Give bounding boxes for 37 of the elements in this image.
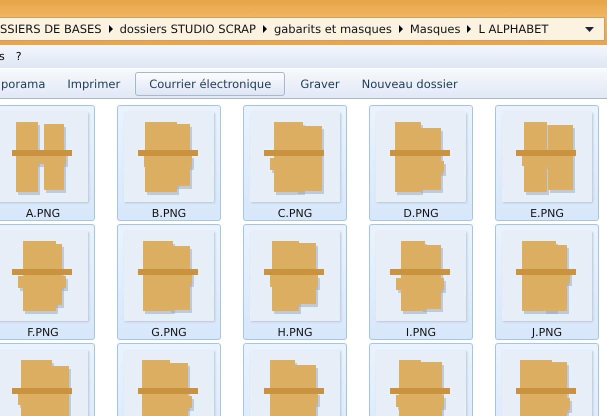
address-bar[interactable]: SSIERS DE BASES dossiers STUDIO SCRAP gabarits et masques Masques L ALPHABET <box>0 17 605 41</box>
file-name: A.PNG <box>26 207 60 220</box>
toolbar-button[interactable]: porama <box>0 72 52 96</box>
toolbar-button[interactable]: Imprimer <box>60 72 128 96</box>
chevron-icon[interactable] <box>398 25 404 33</box>
toolbar-button[interactable]: Nouveau dossier <box>354 72 465 96</box>
chevron-icon[interactable] <box>466 25 472 33</box>
chevron-icon[interactable] <box>262 25 268 33</box>
file-tile[interactable]: I.PNG <box>369 224 473 340</box>
file-tile[interactable]: D.PNG <box>369 105 473 221</box>
file-name: C.PNG <box>278 207 312 220</box>
file-tile[interactable]: G.PNG <box>117 224 221 340</box>
file-tile[interactable]: C.PNG <box>243 105 347 221</box>
file-name: B.PNG <box>152 207 186 220</box>
breadcrumb[interactable]: dossiers STUDIO SCRAP <box>120 22 256 36</box>
file-name: I.PNG <box>406 326 436 339</box>
toolbar-button[interactable]: Graver <box>293 72 347 96</box>
file-tile[interactable]: H.PNG <box>243 224 347 340</box>
dropdown-icon[interactable] <box>585 26 594 32</box>
file-name: D.PNG <box>403 207 439 220</box>
file-tile[interactable]: A.PNG <box>0 105 95 221</box>
chevron-icon[interactable] <box>108 25 114 33</box>
breadcrumb[interactable]: SSIERS DE BASES <box>0 22 102 36</box>
menu-item[interactable]: ? <box>14 50 24 63</box>
file-tile[interactable]: E.PNG <box>495 105 599 221</box>
breadcrumb[interactable]: L ALPHABET <box>478 22 548 36</box>
file-name: G.PNG <box>151 326 187 339</box>
breadcrumb[interactable]: gabarits et masques <box>274 22 392 36</box>
file-tile[interactable]: F.PNG <box>0 224 95 340</box>
breadcrumb[interactable]: Masques <box>410 22 460 36</box>
file-name: E.PNG <box>530 207 564 220</box>
file-name: J.PNG <box>532 326 562 339</box>
toolbar-button[interactable]: Courrier électronique <box>135 72 286 96</box>
file-tile[interactable]: J.PNG <box>495 224 599 340</box>
file-tile[interactable]: B.PNG <box>117 105 221 221</box>
file-name: F.PNG <box>27 326 59 339</box>
file-name: H.PNG <box>278 326 312 339</box>
